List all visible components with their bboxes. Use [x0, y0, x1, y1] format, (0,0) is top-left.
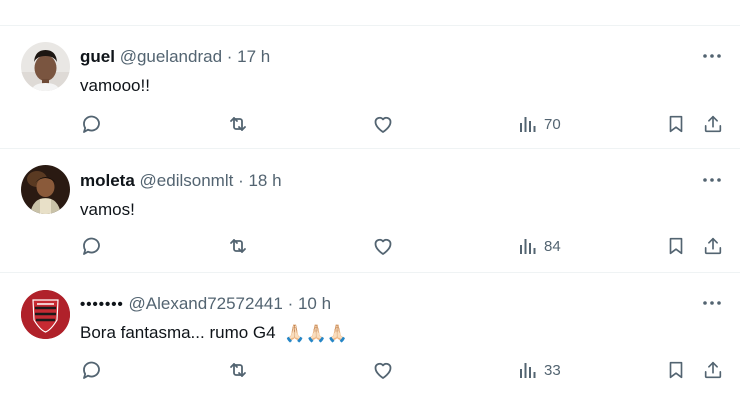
display-name[interactable]: moleta [80, 171, 135, 190]
repost-icon [230, 239, 246, 253]
views-count: 70 [544, 115, 561, 133]
reply-button[interactable] [80, 234, 104, 258]
views-bar-chart-icon [520, 117, 536, 132]
repost-button[interactable] [226, 234, 250, 258]
reply-header: ••••••• @Alexand72572441 · 10 h [80, 293, 331, 316]
views-count: 84 [544, 237, 561, 255]
reply-text: Bora fantasma... rumo G4 🙏🏻🙏🏻🙏🏻 [80, 322, 348, 345]
share-upload-icon [704, 237, 722, 255]
action-bar: 33 [80, 358, 730, 382]
views-bar-chart-icon [520, 239, 536, 254]
heart-icon [374, 362, 392, 379]
timestamp[interactable]: 18 h [248, 171, 281, 190]
like-button[interactable] [371, 234, 395, 258]
reply-button[interactable] [80, 112, 104, 136]
bookmark-button[interactable] [665, 234, 687, 258]
bookmark-icon [669, 237, 683, 255]
avatar[interactable] [21, 165, 70, 214]
user-handle[interactable]: @guelandrad [120, 47, 222, 66]
praying-hands-emojis: 🙏🏻🙏🏻🙏🏻 [284, 323, 348, 343]
reply-bubble-icon [83, 361, 100, 379]
reply-post[interactable]: moleta @edilsonmlt · 18 h vamos! 84 [0, 150, 740, 273]
reply-button[interactable] [80, 358, 104, 382]
views-bar-chart-icon [520, 363, 536, 378]
reply-bubble-icon [83, 237, 100, 255]
user-handle[interactable]: @edilsonmlt [140, 171, 234, 190]
share-button[interactable] [702, 234, 724, 258]
reply-text: vamooo!! [80, 76, 150, 95]
timestamp[interactable]: 17 h [237, 47, 270, 66]
like-button[interactable] [371, 112, 395, 136]
bookmark-icon [669, 361, 683, 379]
share-upload-icon [704, 361, 722, 379]
repost-icon [230, 363, 246, 377]
reply-text-body: Bora fantasma... rumo G4 [80, 323, 276, 342]
display-name[interactable]: ••••••• [80, 296, 124, 313]
views-button[interactable]: 84 [518, 234, 561, 258]
bookmark-button[interactable] [665, 112, 687, 136]
separator-dot: · [287, 294, 294, 313]
repost-button[interactable] [226, 358, 250, 382]
heart-icon [374, 238, 392, 255]
bookmark-icon [669, 115, 683, 133]
reply-bubble-icon [83, 115, 100, 133]
separator-dot: · [238, 171, 244, 190]
action-bar: 70 [80, 112, 730, 136]
timestamp[interactable]: 10 h [298, 294, 331, 313]
action-bar: 84 [80, 234, 730, 258]
more-horizontal-icon[interactable] [702, 46, 722, 66]
more-horizontal-icon[interactable] [702, 170, 722, 190]
reply-post[interactable]: ••••••• @Alexand72572441 · 10 h Bora fan… [0, 273, 740, 416]
bookmark-button[interactable] [665, 358, 687, 382]
reply-text: vamos! [80, 200, 135, 219]
views-button[interactable]: 33 [518, 358, 561, 382]
avatar[interactable] [21, 42, 70, 91]
display-name[interactable]: guel [80, 47, 115, 66]
reply-header: guel @guelandrad · 17 h [80, 46, 270, 68]
like-button[interactable] [371, 358, 395, 382]
repost-button[interactable] [226, 112, 250, 136]
heart-icon [374, 116, 392, 133]
previous-post-bottom [0, 0, 740, 26]
more-horizontal-icon[interactable] [702, 293, 722, 313]
reply-post[interactable]: guel @guelandrad · 17 h vamooo!! 70 [0, 26, 740, 149]
reply-header: moleta @edilsonmlt · 18 h [80, 170, 282, 192]
views-count: 33 [544, 361, 561, 379]
separator-dot: · [226, 47, 233, 66]
share-button[interactable] [702, 112, 724, 136]
views-button[interactable]: 70 [518, 112, 561, 136]
share-upload-icon [704, 115, 722, 133]
share-button[interactable] [702, 358, 724, 382]
avatar[interactable] [21, 290, 70, 339]
user-handle[interactable]: @Alexand72572441 [129, 294, 283, 313]
repost-icon [230, 117, 246, 131]
